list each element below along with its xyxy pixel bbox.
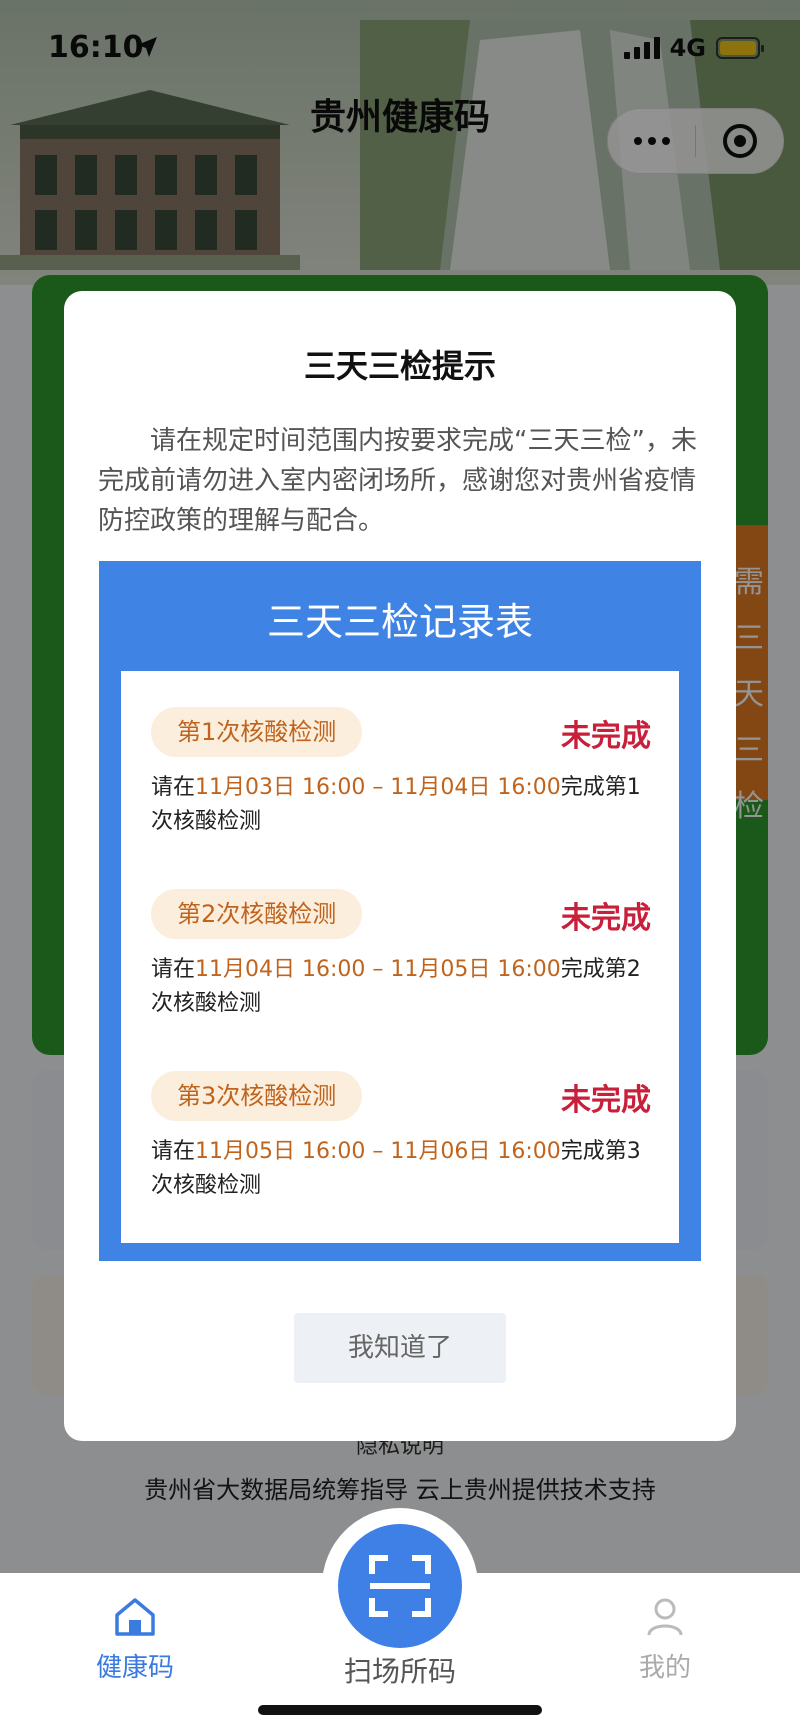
test-record-table: 三天三检记录表 第1次核酸检测 未完成 请在11月03日 16:00 – 11月… [99, 561, 701, 1261]
test-instruction: 请在11月05日 16:00 – 11月06日 16:00完成第3次核酸检测 [151, 1139, 641, 1198]
record-table-title: 三天三检记录表 [266, 600, 533, 644]
test-instruction: 请在11月04日 16:00 – 11月05日 16:00完成第2次核酸检测 [151, 957, 641, 1016]
three-day-test-dialog: 三天三检提示 请在规定时间范围内按要求完成“三天三检”，未完成前请勿进入室内密闭… [64, 291, 736, 1441]
time-range: 11月03日 16:00 – 11月04日 16:00 [195, 775, 561, 800]
user-icon [647, 1598, 683, 1636]
status-badge: 未完成 [561, 901, 651, 936]
record-list: 第1次核酸检测 未完成 请在11月03日 16:00 – 11月04日 16:0… [121, 671, 679, 1243]
dialog-description: 请在规定时间范围内按要求完成“三天三检”，未完成前请勿进入室内密闭场所，感谢您对… [98, 426, 697, 536]
test-label-badge: 第3次核酸检测 [151, 1071, 363, 1121]
scan-icon [369, 1555, 431, 1617]
tab-mine[interactable]: 我的 [610, 1597, 720, 1684]
status-badge: 未完成 [561, 1083, 651, 1118]
time-range: 11月05日 16:00 – 11月06日 16:00 [195, 1139, 561, 1164]
test-instruction: 请在11月03日 16:00 – 11月04日 16:00完成第1次核酸检测 [151, 775, 641, 834]
time-range: 11月04日 16:00 – 11月05日 16:00 [195, 957, 561, 982]
acknowledge-button[interactable]: 我知道了 [294, 1313, 506, 1383]
list-item: 第3次核酸检测 未完成 请在11月05日 16:00 – 11月06日 16:0… [151, 1071, 651, 1203]
tab-health-code[interactable]: 健康码 [80, 1597, 190, 1684]
list-item: 第1次核酸检测 未完成 请在11月03日 16:00 – 11月04日 16:0… [151, 707, 651, 839]
home-icon [115, 1598, 155, 1636]
tab-health-code-label: 健康码 [95, 1653, 174, 1683]
scan-venue-code-button[interactable] [338, 1524, 462, 1648]
list-item: 第2次核酸检测 未完成 请在11月04日 16:00 – 11月05日 16:0… [151, 889, 651, 1021]
test-label-badge: 第1次核酸检测 [151, 707, 363, 757]
dialog-title: 三天三检提示 [303, 347, 496, 385]
home-indicator [258, 1705, 542, 1715]
status-badge: 未完成 [561, 719, 651, 754]
test-label-badge: 第2次核酸检测 [151, 889, 363, 939]
scan-venue-code-label: 扫场所码 [343, 1655, 456, 1688]
tab-mine-label: 我的 [638, 1653, 691, 1683]
